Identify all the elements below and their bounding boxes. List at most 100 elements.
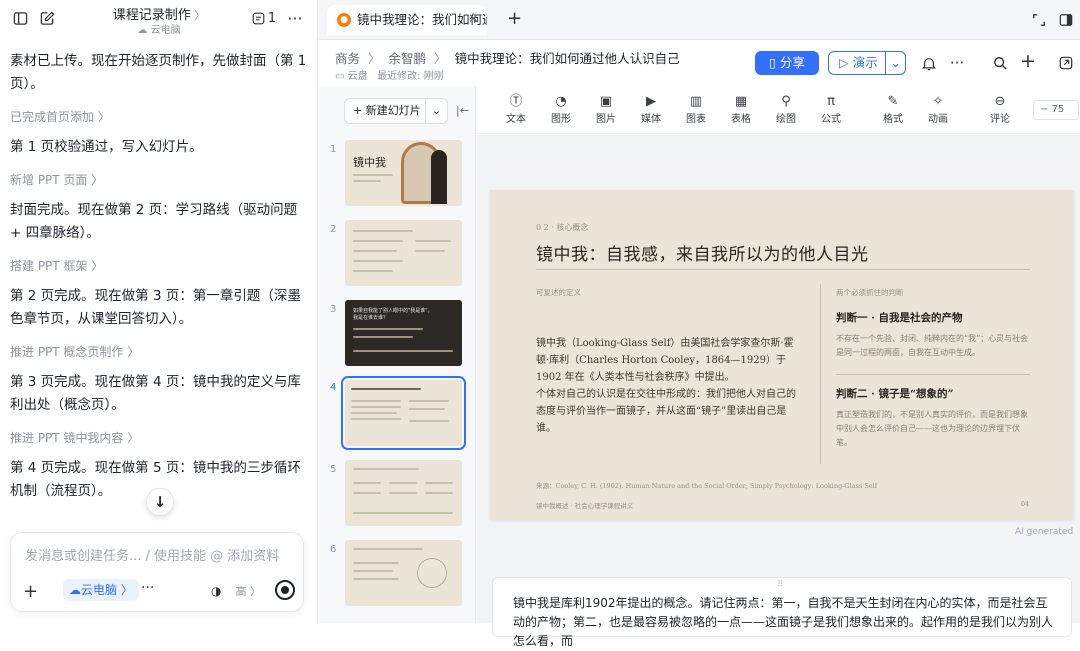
tool-label: 格式 bbox=[883, 114, 903, 125]
add-icon[interactable]: + bbox=[23, 581, 38, 602]
stop-icon bbox=[281, 586, 289, 594]
zoom-value: 75 bbox=[1051, 104, 1065, 115]
slides-app-icon: ● bbox=[337, 13, 351, 27]
more-icon[interactable]: ··· bbox=[947, 53, 967, 73]
document-header: 商务〉余智鹏〉镜中我理论：我们如何通过他人认识自己 ▭ 云盘 最近修改: 刚刚 … bbox=[319, 40, 1080, 86]
tool-shape[interactable]: ◔ 图形 bbox=[541, 94, 581, 125]
chat-header: 课程记录制作 〉 ☁ 云电脑 1 ··· bbox=[0, 0, 318, 40]
assistant-message: 第 1 页校验通过，写入幻灯片。 bbox=[10, 139, 203, 155]
chevron-right-icon: 〉 bbox=[127, 431, 140, 445]
thread-count-button[interactable]: 1 bbox=[250, 8, 278, 28]
composer[interactable]: 发消息或创建任务... / 使用技能 @ 添加资料 + ☁云电脑 〉 ··· ◑… bbox=[10, 532, 304, 612]
close-icon[interactable]: ✕ bbox=[468, 5, 479, 35]
modified-label: 最近修改: 刚刚 bbox=[377, 71, 444, 82]
tool-table[interactable]: ▦ 表格 bbox=[721, 94, 761, 125]
formula-icon: π bbox=[827, 94, 835, 109]
collapse-panel-icon[interactable]: |← bbox=[456, 104, 469, 117]
share-button[interactable]: ▯ 分享 bbox=[755, 51, 819, 75]
tool-label: 图片 bbox=[596, 114, 616, 125]
slide-number: 6 bbox=[330, 544, 337, 555]
more-icon[interactable]: ··· bbox=[285, 8, 305, 28]
tool-comment[interactable]: ⊖ 评论 bbox=[980, 94, 1020, 125]
location-label[interactable]: 云盘 bbox=[348, 71, 368, 82]
right-heading: 两个必须抓住的判断 bbox=[836, 288, 904, 297]
mode-selector[interactable]: ◑ 高 〉 bbox=[211, 583, 261, 599]
drag-handle-icon[interactable]: ⠿ bbox=[777, 580, 784, 590]
insert-toolbar: Ⓣ 文本 ◔ 图形 ▣ 图片 ▶ 媒体 ▥ 图表 ▦ 表格 ⚲ 绘图 π 公式 ✎ 格式 ✧ 动画 … bbox=[477, 86, 1080, 134]
tool-animation[interactable]: ✧ 动画 bbox=[918, 94, 958, 125]
step-label: 推进 PPT 概念页制作 bbox=[10, 345, 124, 359]
step-link[interactable]: 推进 PPT 镜中我内容 〉 bbox=[10, 429, 308, 447]
chevron-down-icon[interactable]: ⌄ bbox=[425, 99, 447, 123]
format-icon: ✎ bbox=[887, 94, 899, 109]
slide-thumbnail-3[interactable]: 如果自我能了别人眼中的"我是谁"， 我是在谁去谁？ bbox=[345, 300, 462, 366]
diagram-circle bbox=[417, 558, 447, 588]
cloud-icon: ☁ bbox=[69, 583, 81, 597]
definition-paragraph: 个体对自己的认识是在交往中形成的：我们把他人对自己的态度与评价当作一面镜子，并从… bbox=[536, 389, 796, 434]
slide[interactable]: 0 2 · 核心概念 镜中我：自我感，来自我所以为的他人目光 可复述的定义 镜中… bbox=[490, 190, 1074, 520]
split-view-icon[interactable] bbox=[1056, 10, 1076, 30]
judgment-title[interactable]: 判断一 · 自我是社会的产物 bbox=[836, 310, 962, 325]
tab-document[interactable]: ● 镜中我理论：我们如何通过他人认识自己 ✕ bbox=[327, 5, 487, 35]
message-input[interactable]: 发消息或创建任务... / 使用技能 @ 添加资料 bbox=[25, 545, 279, 564]
add-icon[interactable]: + bbox=[1018, 50, 1038, 72]
slide-thumbnail-1[interactable]: 镜中我 bbox=[345, 140, 462, 206]
open-external-icon[interactable] bbox=[1056, 53, 1076, 73]
chevron-down-icon[interactable]: ⌄ bbox=[885, 52, 905, 74]
table-icon: ▦ bbox=[734, 94, 748, 109]
cloud-computer-chip[interactable]: ☁云电脑 〉 bbox=[63, 579, 139, 601]
arrow-down-icon: ↓ bbox=[153, 493, 167, 511]
new-slide-button[interactable]: + 新建幻灯片 ⌄ bbox=[344, 98, 448, 124]
shape-icon: ◔ bbox=[555, 94, 567, 109]
tool-chart[interactable]: ▥ 图表 bbox=[676, 94, 716, 125]
document-title[interactable]: 镜中我理论：我们如何通过他人认识自己 bbox=[455, 51, 680, 66]
new-tab-icon[interactable]: + bbox=[507, 8, 522, 29]
tool-draw[interactable]: ⚲ 绘图 bbox=[766, 94, 806, 125]
stop-button[interactable] bbox=[275, 580, 295, 600]
slide-title[interactable]: 镜中我：自我感，来自我所以为的他人目光 bbox=[536, 240, 869, 265]
slide-thumbnail-4[interactable] bbox=[341, 376, 466, 450]
step-link[interactable]: 已完成首页添加 〉 bbox=[10, 108, 308, 126]
step-link[interactable]: 新增 PPT 页面 〉 bbox=[10, 171, 308, 189]
left-heading: 可复述的定义 bbox=[536, 288, 581, 297]
tool-text[interactable]: Ⓣ 文本 bbox=[496, 94, 536, 125]
chat-subtitle-text: 云电脑 bbox=[150, 25, 181, 36]
slide-page-number: 04 bbox=[1021, 500, 1030, 508]
tool-media[interactable]: ▶ 媒体 bbox=[631, 94, 671, 125]
step-label: 新增 PPT 页面 bbox=[10, 173, 88, 187]
present-button[interactable]: ▷ 演示 ⌄ bbox=[828, 51, 906, 75]
step-link[interactable]: 搭建 PPT 框架 〉 bbox=[10, 257, 308, 275]
tool-format[interactable]: ✎ 格式 bbox=[873, 94, 913, 125]
chevron-right-icon: 〉 bbox=[91, 173, 104, 187]
draw-icon: ⚲ bbox=[781, 94, 791, 109]
step-link[interactable]: 推进 PPT 概念页制作 〉 bbox=[10, 343, 308, 361]
judgment-title[interactable]: 判断二 · 镜子是“想象的” bbox=[836, 386, 954, 401]
slide-thumbnail-2[interactable] bbox=[345, 220, 462, 286]
breadcrumb-item[interactable]: 商务 bbox=[335, 51, 360, 66]
tool-label: 公式 bbox=[821, 114, 841, 125]
zoom-control[interactable]: − 75 bbox=[1033, 100, 1079, 120]
judgment-text[interactable]: 不存在一个先验、封闭、纯粹内在的“我”；心灵与社会是同一过程的两面，自我在互动中… bbox=[836, 332, 1030, 360]
image-icon: ▣ bbox=[599, 94, 613, 109]
minimize-icon[interactable] bbox=[1029, 10, 1049, 30]
judgment-text[interactable]: 真正塑造我们的，不是别人真实的评价，而是我们想象中别人会怎么评价自己——这也为理… bbox=[836, 408, 1030, 450]
media-icon: ▶ bbox=[646, 94, 656, 109]
bell-icon[interactable] bbox=[919, 53, 939, 73]
search-icon[interactable] bbox=[990, 53, 1010, 73]
chevron-right-icon: 〉 bbox=[91, 259, 104, 273]
scroll-down-button[interactable]: ↓ bbox=[146, 488, 174, 516]
slide-thumbnail-5[interactable] bbox=[345, 460, 462, 526]
animation-icon: ✧ bbox=[932, 94, 944, 109]
tab-bar: ● 镜中我理论：我们如何通过他人认识自己 ✕ + bbox=[319, 0, 1080, 40]
thumbnail-title: 镜中我 bbox=[353, 156, 386, 169]
definition-text[interactable]: 镜中我（Looking-Glass Self）由美国社会学家查尔斯·霍顿·库利（… bbox=[536, 335, 800, 437]
slide-thumbnail-6[interactable] bbox=[345, 540, 462, 606]
slide-number: 3 bbox=[330, 304, 337, 315]
more-icon[interactable]: ··· bbox=[141, 580, 154, 596]
tool-label: 媒体 bbox=[641, 114, 661, 125]
tool-formula[interactable]: π 公式 bbox=[811, 94, 851, 125]
speaker-notes[interactable]: ⠿ 镜中我是库利1902年提出的概念。请记住两点：第一，自我不是天生封闭在内心的… bbox=[492, 577, 1072, 648]
mode-label: 高 bbox=[235, 585, 247, 598]
tool-image[interactable]: ▣ 图片 bbox=[586, 94, 626, 125]
breadcrumb-item[interactable]: 余智鹏 bbox=[389, 51, 427, 66]
